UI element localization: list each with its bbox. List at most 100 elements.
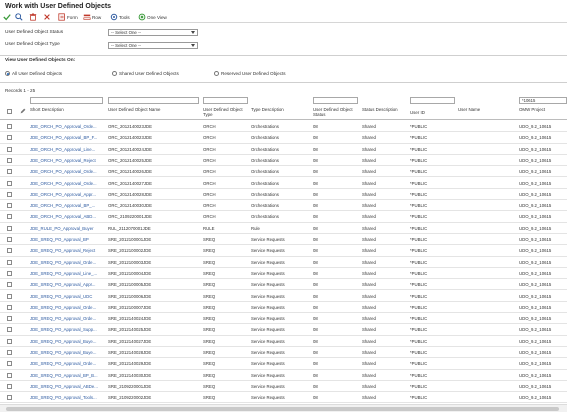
select-all-checkbox[interactable] xyxy=(7,109,12,114)
qbe-omw-project[interactable]: *10615 xyxy=(519,97,567,104)
qbe-user-id[interactable] xyxy=(410,97,455,104)
table-row[interactable]: JDE_SREQ_PO_Approval_UDC SRE_2012100006JD… xyxy=(0,291,567,302)
row-checkbox[interactable] xyxy=(7,124,12,129)
cell-short-description[interactable]: JDE_ORCH_PO_Approval_ABD... xyxy=(30,214,105,219)
tools-menu-button[interactable]: Tools xyxy=(110,12,130,22)
close-button[interactable] xyxy=(43,12,51,22)
cell-short-description[interactable]: JDE_SREQ_PO_Approval_Appr... xyxy=(30,282,105,287)
table-row[interactable]: JDE_ORCH_PO_Approval_BP_... ORC_201214003… xyxy=(0,200,567,212)
row-checkbox[interactable] xyxy=(7,237,12,242)
table-row[interactable]: JDE_ORCH_PO_Approval_Line... ORC_20121400… xyxy=(0,144,567,155)
row-checkbox[interactable] xyxy=(7,157,12,163)
table-row[interactable]: JDE_SREQ_PO_Approval_Tools... SRE_2109220… xyxy=(0,392,567,404)
radio-shared-objects[interactable]: Shared User Defined Objects xyxy=(112,71,179,76)
table-row[interactable]: JDE_SREQ_PO_Approval_BP_B... SRE_20121400… xyxy=(0,370,567,381)
cell-short-description[interactable]: JDE_SREQ_PO_Approval_Orde... xyxy=(30,260,105,265)
table-row[interactable]: JDE_RULE_PO_Approval_Buyer RUL_2112070001… xyxy=(0,223,567,234)
qbe-short-description[interactable] xyxy=(30,97,103,104)
row-checkbox[interactable] xyxy=(7,169,12,175)
table-row[interactable]: JDE_ORCH_PO_Approval_ABD... ORC_210922000… xyxy=(0,211,567,223)
header-object-name[interactable]: User Defined Object Name xyxy=(108,107,178,112)
row-checkbox[interactable] xyxy=(7,395,12,401)
header-user-name[interactable]: User Name xyxy=(458,107,486,112)
row-checkbox[interactable] xyxy=(7,361,12,367)
row-checkbox[interactable] xyxy=(7,316,12,322)
status-filter-select[interactable]: -- Select One -- xyxy=(108,29,198,36)
cell-short-description[interactable]: JDE_SREQ_PO_Approval_BP_B... xyxy=(30,373,105,378)
row-checkbox[interactable] xyxy=(7,350,12,355)
row-checkbox[interactable] xyxy=(7,180,12,186)
qbe-object-status[interactable] xyxy=(313,97,358,104)
cell-short-description[interactable]: JDE_SREQ_PO_Approval_Line_... xyxy=(30,271,105,276)
header-type-description[interactable]: Type Description xyxy=(251,107,291,112)
delete-button[interactable] xyxy=(29,12,37,22)
table-row[interactable]: JDE_SREQ_PO_Approval_Orde... SRE_20121400… xyxy=(0,358,567,370)
cell-short-description[interactable]: JDE_ORCH_PO_Approval_Orde... xyxy=(30,124,105,129)
cell-short-description[interactable]: JDE_SREQ_PO_Approval_Tools... xyxy=(30,395,105,400)
row-checkbox[interactable] xyxy=(7,383,12,389)
cell-short-description[interactable]: JDE_SREQ_PO_Approval_Buye... xyxy=(30,339,105,344)
header-user-id[interactable]: User ID xyxy=(410,110,425,115)
cell-short-description[interactable]: JDE_ORCH_PO_Approval_BP_... xyxy=(30,203,105,208)
row-checkbox[interactable] xyxy=(7,225,12,231)
table-row[interactable]: JDE_SREQ_PO_Approval_Supp... SRE_20121400… xyxy=(0,324,567,336)
table-row[interactable]: JDE_ORCH_PO_Approval_Orde... ORC_20121400… xyxy=(0,121,567,133)
ok-button[interactable] xyxy=(3,12,11,22)
table-row[interactable]: JDE_ORCH_PO_Approval_BP_F... ORC_20121400… xyxy=(0,132,567,144)
header-omw-project[interactable]: OMW Project xyxy=(519,107,549,112)
cell-short-description[interactable]: JDE_ORCH_PO_Approval_Reject xyxy=(30,158,105,163)
row-checkbox[interactable] xyxy=(7,146,12,152)
table-row[interactable]: JDE_SREQ_PO_Approval_Orde... SRE_20121000… xyxy=(0,257,567,268)
cell-short-description[interactable]: JDE_ORCH_PO_Approval_BP_F... xyxy=(30,135,105,140)
table-row[interactable]: JDE_SREQ_PO_Approval_Orde... SRE_20121000… xyxy=(0,302,567,314)
radio-button[interactable] xyxy=(5,71,10,76)
cell-short-description[interactable]: JDE_ORCH_PO_Approval_Orde... xyxy=(30,181,105,186)
table-row[interactable]: JDE_SREQ_PO_Approval_Buye... SRE_20121400… xyxy=(0,347,567,359)
cell-short-description[interactable]: JDE_SREQ_PO_Approval_Orde... xyxy=(30,305,105,310)
form-menu-button[interactable]: Form xyxy=(58,12,78,22)
row-checkbox[interactable] xyxy=(7,282,12,288)
row-checkbox[interactable] xyxy=(7,304,12,310)
row-checkbox[interactable] xyxy=(7,338,12,344)
header-short-description[interactable]: Short Description xyxy=(30,107,64,112)
row-checkbox[interactable] xyxy=(7,214,12,220)
cell-short-description[interactable]: JDE_SREQ_PO_Approval_BP xyxy=(30,237,105,242)
row-checkbox[interactable] xyxy=(7,327,12,333)
radio-button[interactable] xyxy=(112,71,117,76)
row-checkbox[interactable] xyxy=(7,135,12,141)
cell-short-description[interactable]: JDE_SREQ_PO_Approval_ABDe... xyxy=(30,384,105,389)
table-row[interactable]: JDE_SREQ_PO_Approval_Appr... SRE_20121000… xyxy=(0,279,567,291)
cell-short-description[interactable]: JDE_SREQ_PO_Approval_Buye... xyxy=(30,350,105,355)
table-row[interactable]: JDE_SREQ_PO_Approval_BP SRE_2012100001JDE… xyxy=(0,234,567,246)
table-row[interactable]: JDE_SREQ_PO_Approval_ABDe... SRE_21092200… xyxy=(0,381,567,393)
table-row[interactable]: JDE_SREQ_PO_Approval_Orde... SRE_20121400… xyxy=(0,313,567,325)
table-row[interactable]: JDE_SREQ_PO_Approval_Reject SRE_201210000… xyxy=(0,245,567,257)
table-row[interactable]: JDE_SREQ_PO_Approval_Line_... SRE_2012100… xyxy=(0,268,567,280)
table-row[interactable]: JDE_ORCH_PO_Approval_Orde... ORC_20121400… xyxy=(0,166,567,178)
cell-short-description[interactable]: JDE_SREQ_PO_Approval_Orde... xyxy=(30,361,105,366)
radio-all-objects[interactable]: All User Defined Objects xyxy=(5,71,62,76)
radio-button[interactable] xyxy=(214,71,219,76)
qbe-object-name[interactable] xyxy=(108,97,199,104)
cell-short-description[interactable]: JDE_SREQ_PO_Approval_Orde... xyxy=(30,316,105,321)
radio-reserved-objects[interactable]: Reserved User Defined Objects xyxy=(214,71,286,76)
header-status-description[interactable]: Status Description xyxy=(362,107,400,112)
row-menu-button[interactable]: Row xyxy=(83,12,101,22)
horizontal-scrollbar[interactable] xyxy=(0,404,567,412)
table-row[interactable]: JDE_ORCH_PO_Approval_Orde... ORC_20121400… xyxy=(0,178,567,189)
row-checkbox[interactable] xyxy=(7,203,12,209)
cell-short-description[interactable]: JDE_SREQ_PO_Approval_UDC xyxy=(30,294,105,299)
cell-short-description[interactable]: JDE_ORCH_PO_Approval_Appr... xyxy=(30,192,105,197)
row-checkbox[interactable] xyxy=(7,248,12,254)
header-object-type[interactable]: User Defined Object Type xyxy=(203,107,248,117)
one-view-button[interactable]: One View xyxy=(138,12,167,22)
cell-short-description[interactable]: JDE_ORCH_PO_Approval_Line... xyxy=(30,147,105,152)
table-row[interactable]: JDE_ORCH_PO_Approval_Appr... ORC_20121400… xyxy=(0,189,567,201)
table-row[interactable]: JDE_ORCH_PO_Approval_Reject ORC_201214002… xyxy=(0,155,567,167)
type-filter-select[interactable]: -- Select One -- xyxy=(108,42,198,49)
cell-short-description[interactable]: JDE_SREQ_PO_Approval_Reject xyxy=(30,248,105,253)
header-object-status[interactable]: User Defined Object Status xyxy=(313,107,358,117)
qbe-object-type[interactable] xyxy=(203,97,248,104)
cell-short-description[interactable]: JDE_RULE_PO_Approval_Buyer xyxy=(30,226,105,231)
scrollbar-thumb[interactable] xyxy=(6,407,559,411)
